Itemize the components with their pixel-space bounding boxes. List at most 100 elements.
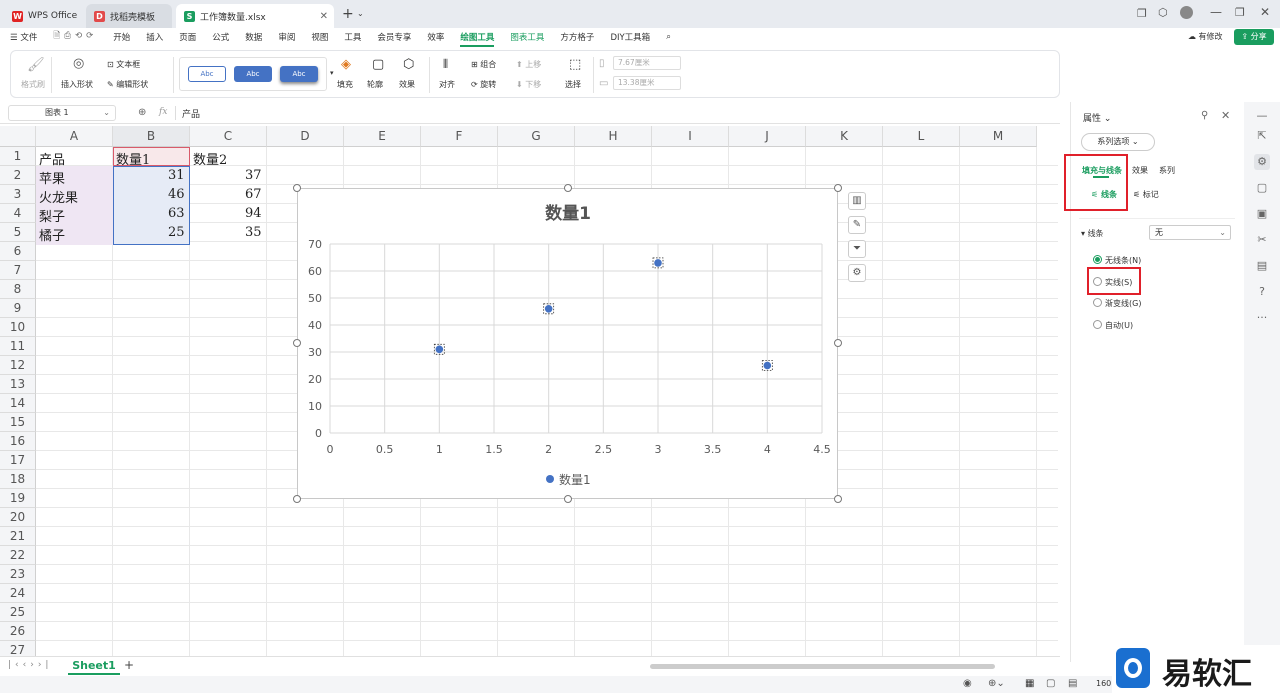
insert-shape-button[interactable]: 插入形状 (61, 79, 93, 90)
sheet-tab-sheet1[interactable]: Sheet1 (68, 657, 120, 675)
avatar[interactable] (1180, 6, 1193, 19)
chart-settings-icon[interactable]: ⚙ (848, 264, 866, 282)
subtab-marker[interactable]: ⚟ 标记 (1133, 189, 1159, 200)
height-field[interactable]: 13.38厘米 (613, 76, 681, 90)
column-header-b[interactable]: B (113, 126, 190, 147)
restore-icon[interactable]: ❐ (1235, 6, 1245, 19)
resize-handle-bl[interactable] (293, 495, 301, 503)
cell-a4[interactable]: 梨子 (39, 206, 65, 225)
book-icon[interactable]: ▤ (1254, 258, 1270, 274)
row-header-24[interactable]: 24 (0, 584, 36, 603)
tab-wps-office[interactable]: W WPS Office (4, 4, 82, 28)
modified-indicator[interactable]: ☁ 有修改 (1188, 31, 1223, 42)
normal-view-icon[interactable]: ▦ (1025, 678, 1034, 689)
cell-c4[interactable]: 94 (245, 206, 262, 221)
horizontal-scrollbar[interactable] (650, 664, 995, 669)
close-panel-icon[interactable]: ✕ (1221, 109, 1230, 122)
menu-tools[interactable]: 工具 (336, 31, 369, 43)
more-icon[interactable]: ··· (1254, 310, 1270, 326)
send-backward-button[interactable]: ⬇ 下移 (516, 79, 541, 90)
cell-b4[interactable]: 63 (168, 206, 185, 221)
tools-icon[interactable]: ✂ (1254, 232, 1270, 248)
chart-elements-icon[interactable]: ▥ (848, 192, 866, 210)
chart-style-icon[interactable]: ✎ (848, 216, 866, 234)
column-header-m[interactable]: M (960, 126, 1037, 147)
row-header-13[interactable]: 13 (0, 375, 36, 394)
row-header-23[interactable]: 23 (0, 565, 36, 584)
menu-formula[interactable]: 公式 (204, 31, 237, 43)
row-header-3[interactable]: 3 (0, 185, 36, 204)
style-option-shadow[interactable]: Abc (280, 66, 318, 82)
row-header-25[interactable]: 25 (0, 603, 36, 622)
row-header-11[interactable]: 11 (0, 337, 36, 356)
cell-c5[interactable]: 35 (245, 225, 262, 240)
column-header-k[interactable]: K (806, 126, 883, 147)
column-header-e[interactable]: E (344, 126, 421, 147)
cell-c1[interactable]: 数量2 (193, 149, 227, 168)
row-header-2[interactable]: 2 (0, 166, 36, 185)
cell-a1[interactable]: 产品 (39, 149, 65, 168)
add-sheet-icon[interactable]: + (124, 658, 134, 672)
cell-b2[interactable]: 31 (168, 168, 185, 183)
format-painter-button[interactable]: 格式刷 (21, 79, 45, 90)
row-header-20[interactable]: 20 (0, 508, 36, 527)
width-field[interactable]: 7.67厘米 (613, 56, 681, 70)
row-header-27[interactable]: 27 (0, 641, 36, 656)
tab-template[interactable]: D 找稻壳模板 (86, 4, 172, 28)
zoom-icon[interactable]: ⊕ (138, 107, 146, 118)
row-header-19[interactable]: 19 (0, 489, 36, 508)
resize-handle-ml[interactable] (293, 339, 301, 347)
line-section-header[interactable]: ▾ 线条 (1081, 228, 1104, 239)
chart-object[interactable]: 数量1 0 0.5 1 1.5 2 2.5 3 3.5 4 4.5 0 10 20 30 40 50 60 70 数量… (297, 188, 838, 499)
row-header-5[interactable]: 5 (0, 223, 36, 242)
style-option-filled[interactable]: Abc (234, 66, 272, 82)
outline-button[interactable]: 轮廓 (367, 79, 383, 90)
column-header-g[interactable]: G (498, 126, 575, 147)
row-header-12[interactable]: 12 (0, 356, 36, 375)
fill-button[interactable]: 填充 (337, 79, 353, 90)
zoom-level[interactable]: 160 (1096, 679, 1111, 688)
pin-icon[interactable]: ⚲ (1201, 110, 1208, 121)
new-tab-icon[interactable]: + (342, 6, 354, 22)
column-header-c[interactable]: C (190, 126, 267, 147)
row-header-21[interactable]: 21 (0, 527, 36, 546)
edit-shape-button[interactable]: ✎ 编辑形状 (107, 79, 148, 90)
resize-handle-bc[interactable] (564, 495, 572, 503)
row-header-22[interactable]: 22 (0, 546, 36, 565)
panel-title[interactable]: 属性 ⌄ (1083, 111, 1111, 124)
pointer-icon[interactable]: ⇱ (1254, 128, 1270, 144)
row-header-4[interactable]: 4 (0, 204, 36, 223)
cell-b3[interactable]: 46 (168, 187, 185, 202)
display-icon[interactable]: ⊕⌄ (988, 678, 1005, 689)
gallery-more-icon[interactable]: ▾ (330, 69, 334, 77)
column-header-i[interactable]: I (652, 126, 729, 147)
eye-icon[interactable]: ◉ (963, 678, 972, 689)
column-header-a[interactable]: A (36, 126, 113, 147)
column-header-h[interactable]: H (575, 126, 652, 147)
quick-access-icons[interactable]: 🗎⎙⟲⟳ (45, 30, 105, 44)
minimize-icon[interactable]: — (1210, 5, 1222, 19)
menu-page[interactable]: 页面 (171, 31, 204, 43)
menu-review[interactable]: 审阅 (270, 31, 303, 43)
sheet-nav-icons[interactable]: |‹‹››| (8, 660, 52, 670)
resize-handle-br[interactable] (834, 495, 842, 503)
help-icon[interactable]: ? (1254, 284, 1270, 300)
cell-c2[interactable]: 37 (245, 168, 262, 183)
menu-insert[interactable]: 插入 (138, 31, 171, 43)
menu-drawing-tools[interactable]: 绘图工具 (452, 31, 502, 47)
row-header-8[interactable]: 8 (0, 280, 36, 299)
tab-workbook[interactable]: S 工作簿数量.xlsx ✕ (176, 4, 334, 28)
chevron-down-icon[interactable]: ⌄ (357, 9, 364, 18)
menu-member[interactable]: 会员专享 (369, 31, 419, 43)
row-header-26[interactable]: 26 (0, 622, 36, 641)
row-header-9[interactable]: 9 (0, 299, 36, 318)
textbox-button[interactable]: ⊡ 文本框 (107, 59, 140, 70)
radio-auto-line[interactable] (1093, 320, 1102, 329)
search-icon[interactable]: ⌕ (658, 32, 679, 42)
menu-diy-toolbox[interactable]: DIY工具箱 (602, 31, 658, 43)
cell-a2[interactable]: 苹果 (39, 168, 65, 187)
resize-handle-tr[interactable] (834, 184, 842, 192)
menu-file[interactable]: ☰ 文件 (0, 31, 45, 43)
formula-input[interactable]: 产品 (182, 107, 200, 120)
effect-button[interactable]: 效果 (399, 79, 415, 90)
